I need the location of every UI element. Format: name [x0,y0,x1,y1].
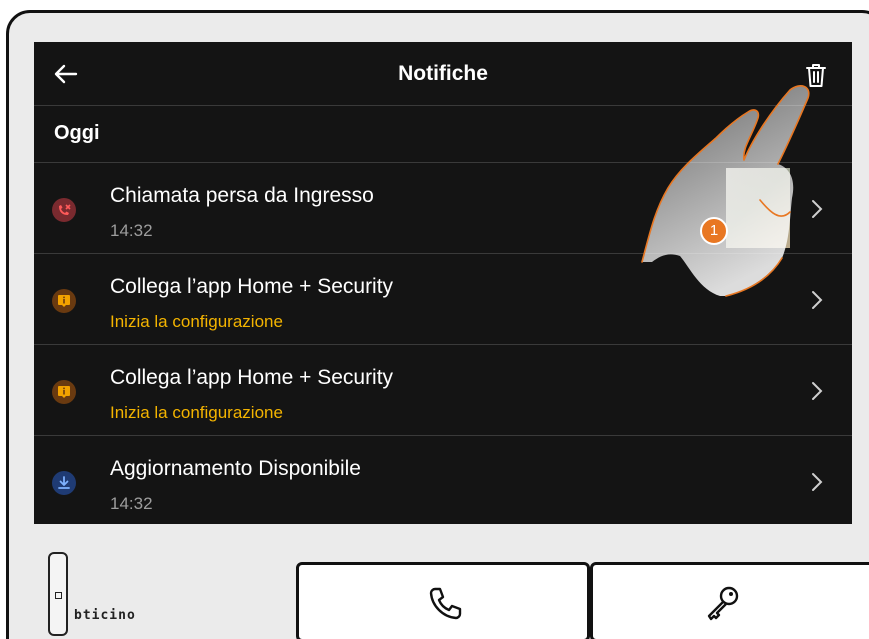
notification-action-link[interactable]: Inizia la configurazione [110,403,283,423]
brand-logo: bticino [74,608,136,623]
notification-row-update[interactable]: Aggiornamento Disponibile 14:32 [34,437,852,524]
chevron-right-icon [812,473,823,491]
trash-icon [806,64,826,87]
header: Notifiche [34,42,852,106]
notification-action-link[interactable]: Inizia la configurazione [110,312,283,332]
info-alert-icon [52,289,76,313]
notification-title: Collega l’app Home + Security [110,366,394,389]
notification-title: Collega l’app Home + Security [110,275,394,298]
step-badge: 1 [700,217,728,245]
chevron-right-icon [812,382,823,400]
notification-title: Chiamata persa da Ingresso [110,184,374,207]
door-unlock-button[interactable] [590,562,869,639]
notification-row-missed-call[interactable]: Chiamata persa da Ingresso 14:32 [34,164,852,254]
chevron-right-icon [812,200,823,218]
chevron-right-icon [812,291,823,309]
notification-row-app-connect[interactable]: Collega l’app Home + Security Inizia la … [34,255,852,345]
section-label: Oggi [54,122,100,144]
call-button[interactable] [296,562,590,639]
delete-all-button[interactable] [804,62,828,90]
notification-time: 14:32 [110,221,153,240]
page-title: Notifiche [398,62,488,85]
notification-title: Aggiornamento Disponibile [110,457,361,480]
missed-call-icon [52,198,76,222]
info-alert-icon [52,380,76,404]
camera-snapshot-thumbnail [726,168,790,248]
download-icon [52,471,76,495]
notification-row-app-connect[interactable]: Collega l’app Home + Security Inizia la … [34,346,852,436]
notifications-screen: Notifiche Oggi Chiamata persa da Ingress… [34,42,852,524]
device-side-strip [48,552,68,636]
status-led [55,592,62,599]
phone-icon [429,587,462,620]
notification-time: 14:32 [110,494,153,513]
section-header: Oggi [34,107,852,163]
key-icon [707,586,739,621]
